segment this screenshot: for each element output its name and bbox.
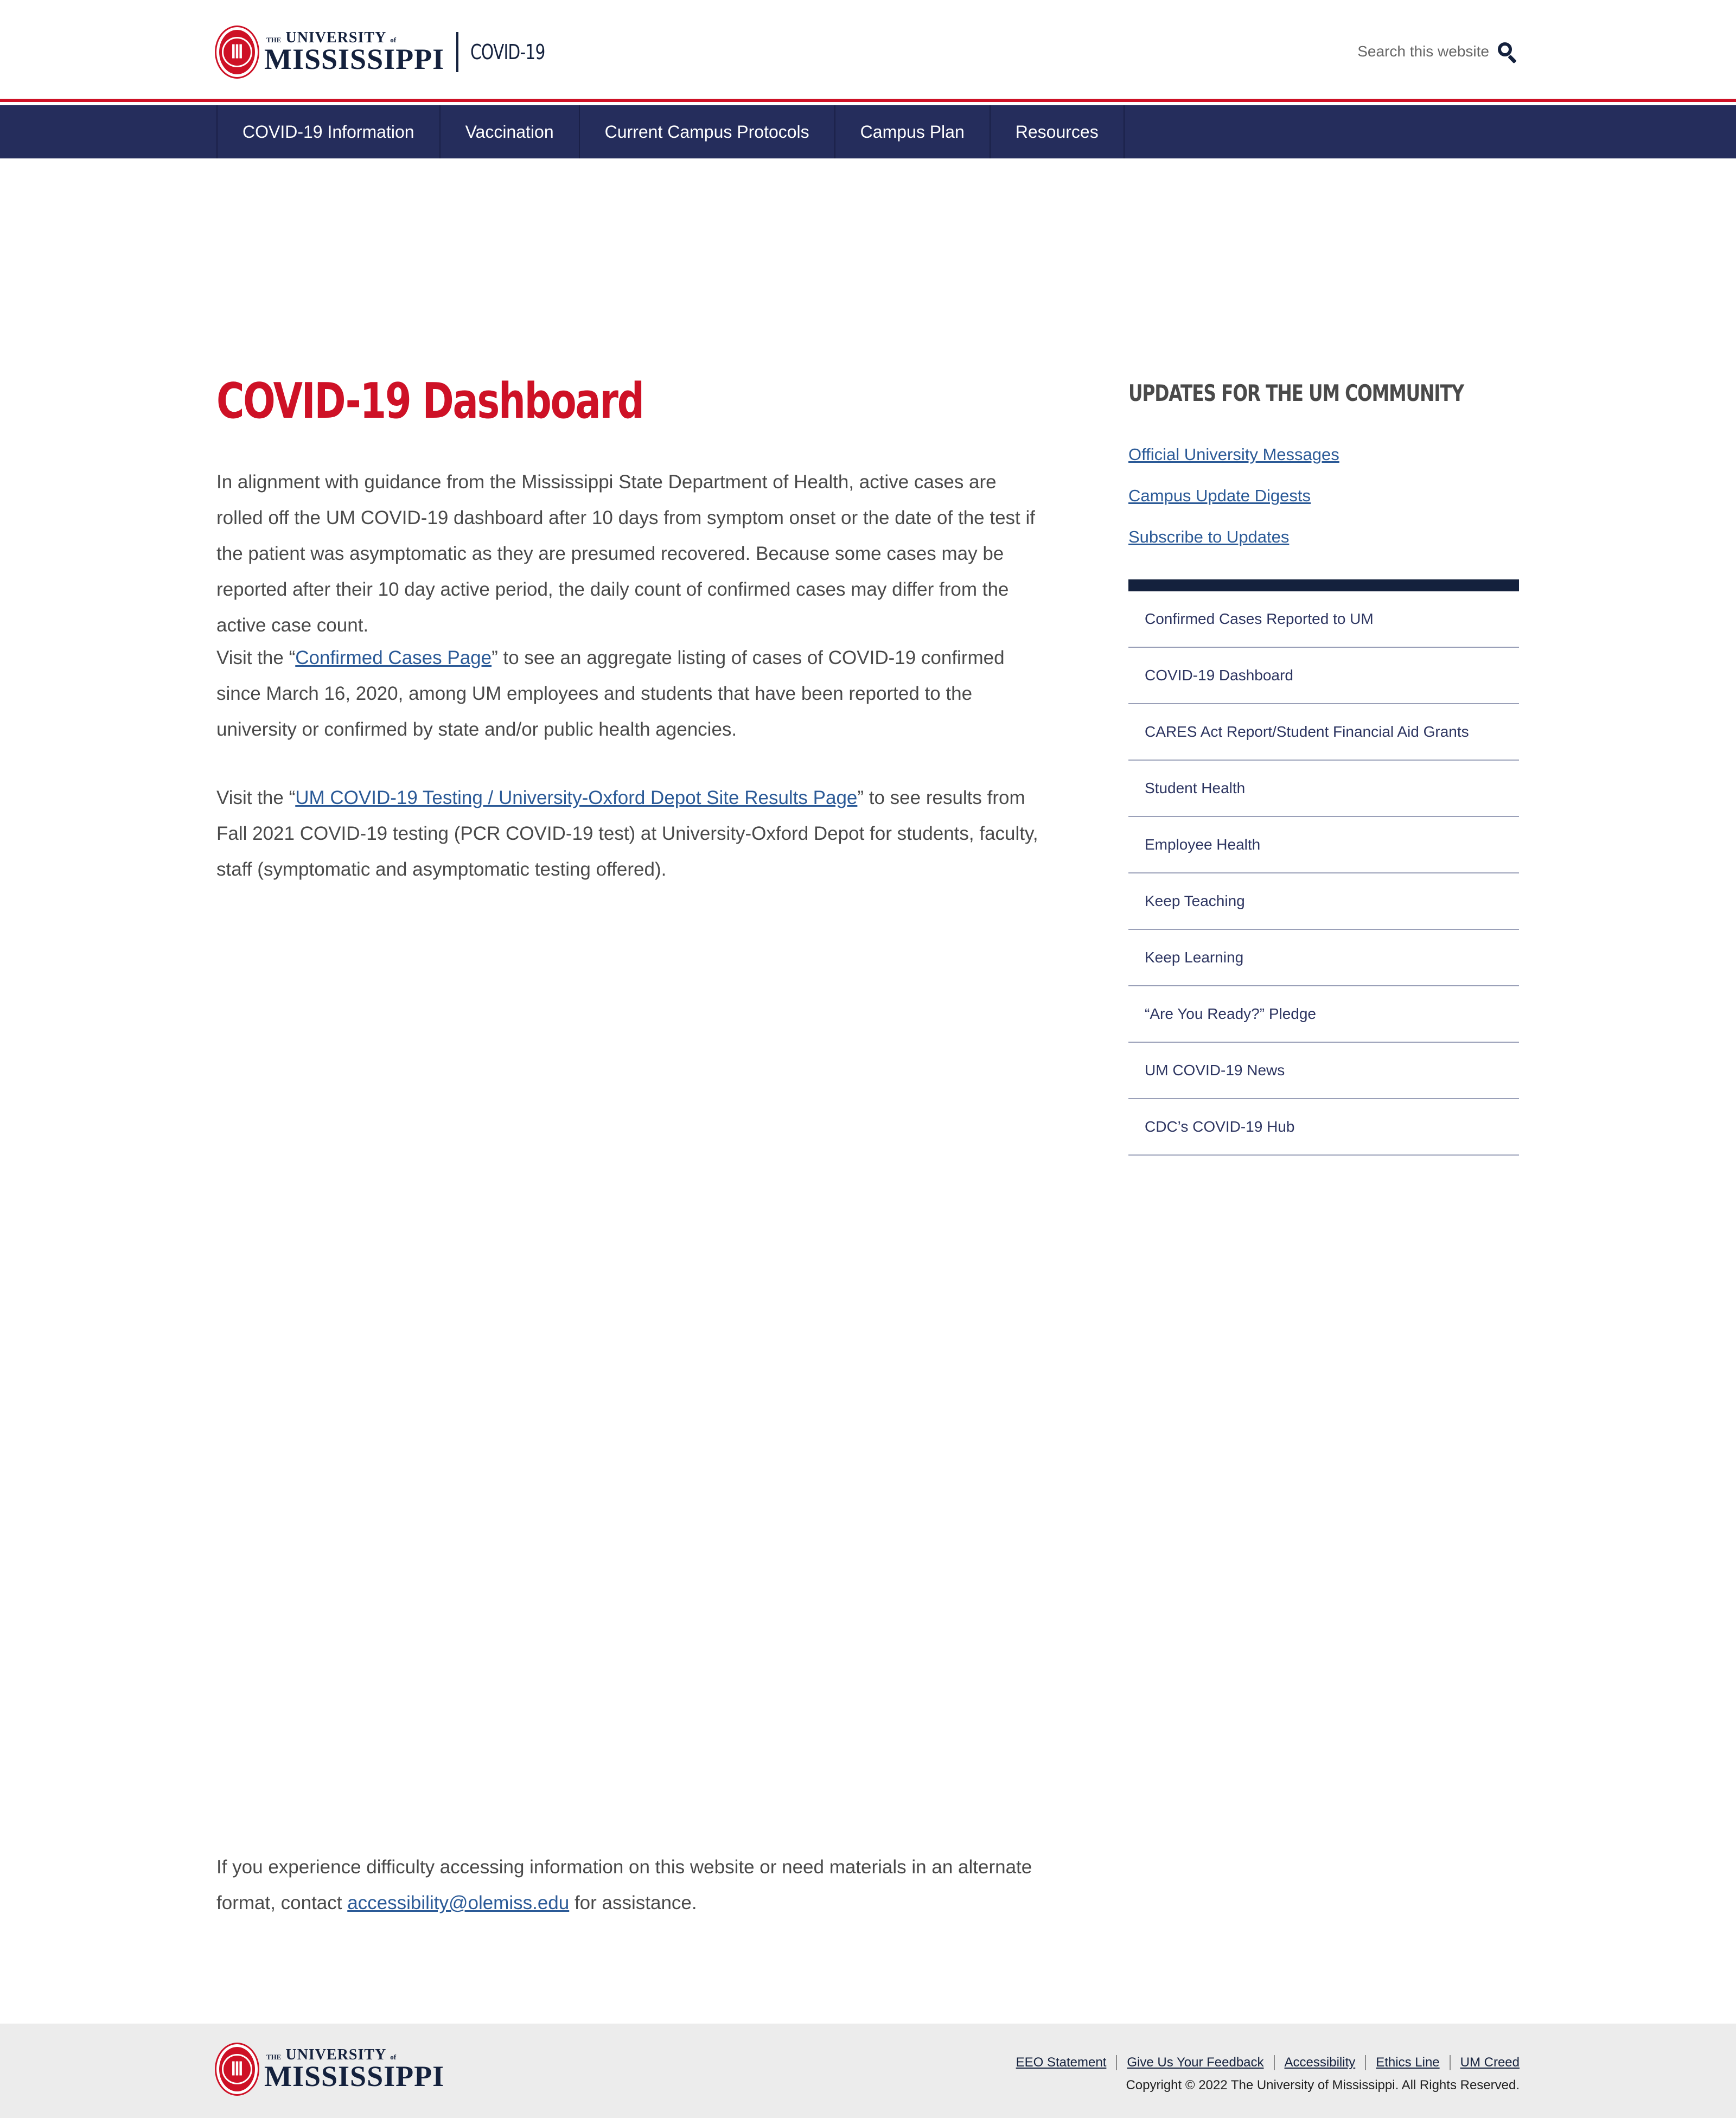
main-nav: COVID-19 Information Vaccination Current… — [0, 105, 1736, 158]
main-nav-list: COVID-19 Information Vaccination Current… — [216, 105, 1125, 158]
university-wordmark: THE UNIVERSITY of MISSISSIPPI — [264, 30, 444, 74]
sidebar-item-student-health[interactable]: Student Health — [1128, 761, 1519, 817]
sidebar-item-cares-act[interactable]: CARES Act Report/Student Financial Aid G… — [1128, 704, 1519, 761]
testing-results-link[interactable]: UM COVID-19 Testing / University-Oxford … — [295, 787, 857, 808]
sidebar-item-ready-pledge[interactable]: “Are You Ready?” Pledge — [1128, 986, 1519, 1043]
accessibility-email-link[interactable]: accessibility@olemiss.edu — [347, 1892, 569, 1913]
sidebar-item-confirmed-cases[interactable]: Confirmed Cases Reported to UM — [1128, 591, 1519, 648]
footer-university-seal-icon: Ⅲ — [216, 2044, 258, 2094]
updates-link-official-messages[interactable]: Official University Messages — [1128, 434, 1339, 475]
copyright-text: Copyright © 2022 The University of Missi… — [1126, 2078, 1520, 2093]
footer-link-eeo-statement[interactable]: EEO Statement — [1006, 2055, 1116, 2070]
confirmed-cases-link[interactable]: Confirmed Cases Page — [295, 647, 492, 668]
sidebar-item-employee-health[interactable]: Employee Health — [1128, 817, 1519, 873]
search-icon[interactable] — [1496, 40, 1520, 64]
footer-university-wordmark: THE UNIVERSITY of MISSISSIPPI — [264, 2047, 444, 2091]
sidebar-heading: Updates for the UM Community — [1128, 380, 1464, 406]
university-seal-icon: Ⅲ — [216, 27, 258, 77]
nav-item-vaccination[interactable]: Vaccination — [441, 105, 580, 158]
site-name[interactable]: COVID-19 — [470, 40, 545, 64]
footer-link-accessibility[interactable]: Accessibility — [1273, 2055, 1365, 2070]
university-logo[interactable]: Ⅲ THE UNIVERSITY of MISSISSIPPI COVID-19 — [216, 27, 566, 77]
footer-seal-glyph: Ⅲ — [222, 2054, 252, 2084]
page-title: COVID-19 Dashboard — [216, 373, 644, 430]
footer-wordmark-name: MISSISSIPPI — [264, 2060, 445, 2093]
site-header: Ⅲ THE UNIVERSITY of MISSISSIPPI COVID-19 — [0, 0, 1736, 102]
sidebar: Updates for the UM Community Official Un… — [1128, 380, 1519, 1156]
nav-item-current-campus-protocols[interactable]: Current Campus Protocols — [580, 105, 835, 158]
dashboard-intro-paragraph: In alignment with guidance from the Miss… — [216, 471, 1035, 636]
footer-link-feedback[interactable]: Give Us Your Feedback — [1116, 2055, 1273, 2070]
logo-divider — [456, 32, 459, 72]
footer-links: EEO Statement Give Us Your Feedback Acce… — [1006, 2055, 1520, 2070]
sidebar-item-keep-learning[interactable]: Keep Learning — [1128, 930, 1519, 986]
sidebar-item-cdc-hub[interactable]: CDC’s COVID-19 Hub — [1128, 1099, 1519, 1156]
sidebar-item-keep-teaching[interactable]: Keep Teaching — [1128, 873, 1519, 930]
search-input[interactable] — [1354, 43, 1489, 60]
updates-link-subscribe[interactable]: Subscribe to Updates — [1128, 516, 1339, 558]
nav-item-covid-19-information[interactable]: COVID-19 Information — [218, 105, 441, 158]
sidebar-item-covid-dashboard[interactable]: COVID-19 Dashboard — [1128, 648, 1519, 704]
footer-link-ethics-line[interactable]: Ethics Line — [1365, 2055, 1449, 2070]
nav-item-resources[interactable]: Resources — [991, 105, 1125, 158]
testing-results-paragraph: Visit the “UM COVID-19 Testing / Univers… — [216, 787, 1038, 880]
footer-link-um-creed[interactable]: UM Creed — [1449, 2055, 1520, 2070]
updates-link-campus-digests[interactable]: Campus Update Digests — [1128, 475, 1339, 516]
updates-links: Official University Messages Campus Upda… — [1128, 434, 1339, 558]
sidebar-item-um-news[interactable]: UM COVID-19 News — [1128, 1043, 1519, 1099]
accessibility-paragraph: If you experience difficulty accessing i… — [216, 1857, 1032, 1913]
footer-university-logo[interactable]: Ⅲ THE UNIVERSITY of MISSISSIPPI — [216, 2044, 444, 2094]
main-content: COVID-19 Dashboard In alignment with gui… — [216, 373, 1041, 1913]
site-footer: Ⅲ THE UNIVERSITY of MISSISSIPPI EEO Stat… — [0, 2024, 1736, 2118]
wordmark-name: MISSISSIPPI — [264, 43, 445, 75]
confirmed-cases-paragraph: Visit the “Confirmed Cases Page” to see … — [216, 647, 1005, 740]
nav-item-campus-plan[interactable]: Campus Plan — [835, 105, 991, 158]
seal-glyph: Ⅲ — [222, 37, 252, 67]
search-form — [1354, 38, 1520, 65]
sidebar-nav: Confirmed Cases Reported to UM COVID-19 … — [1128, 579, 1519, 1156]
